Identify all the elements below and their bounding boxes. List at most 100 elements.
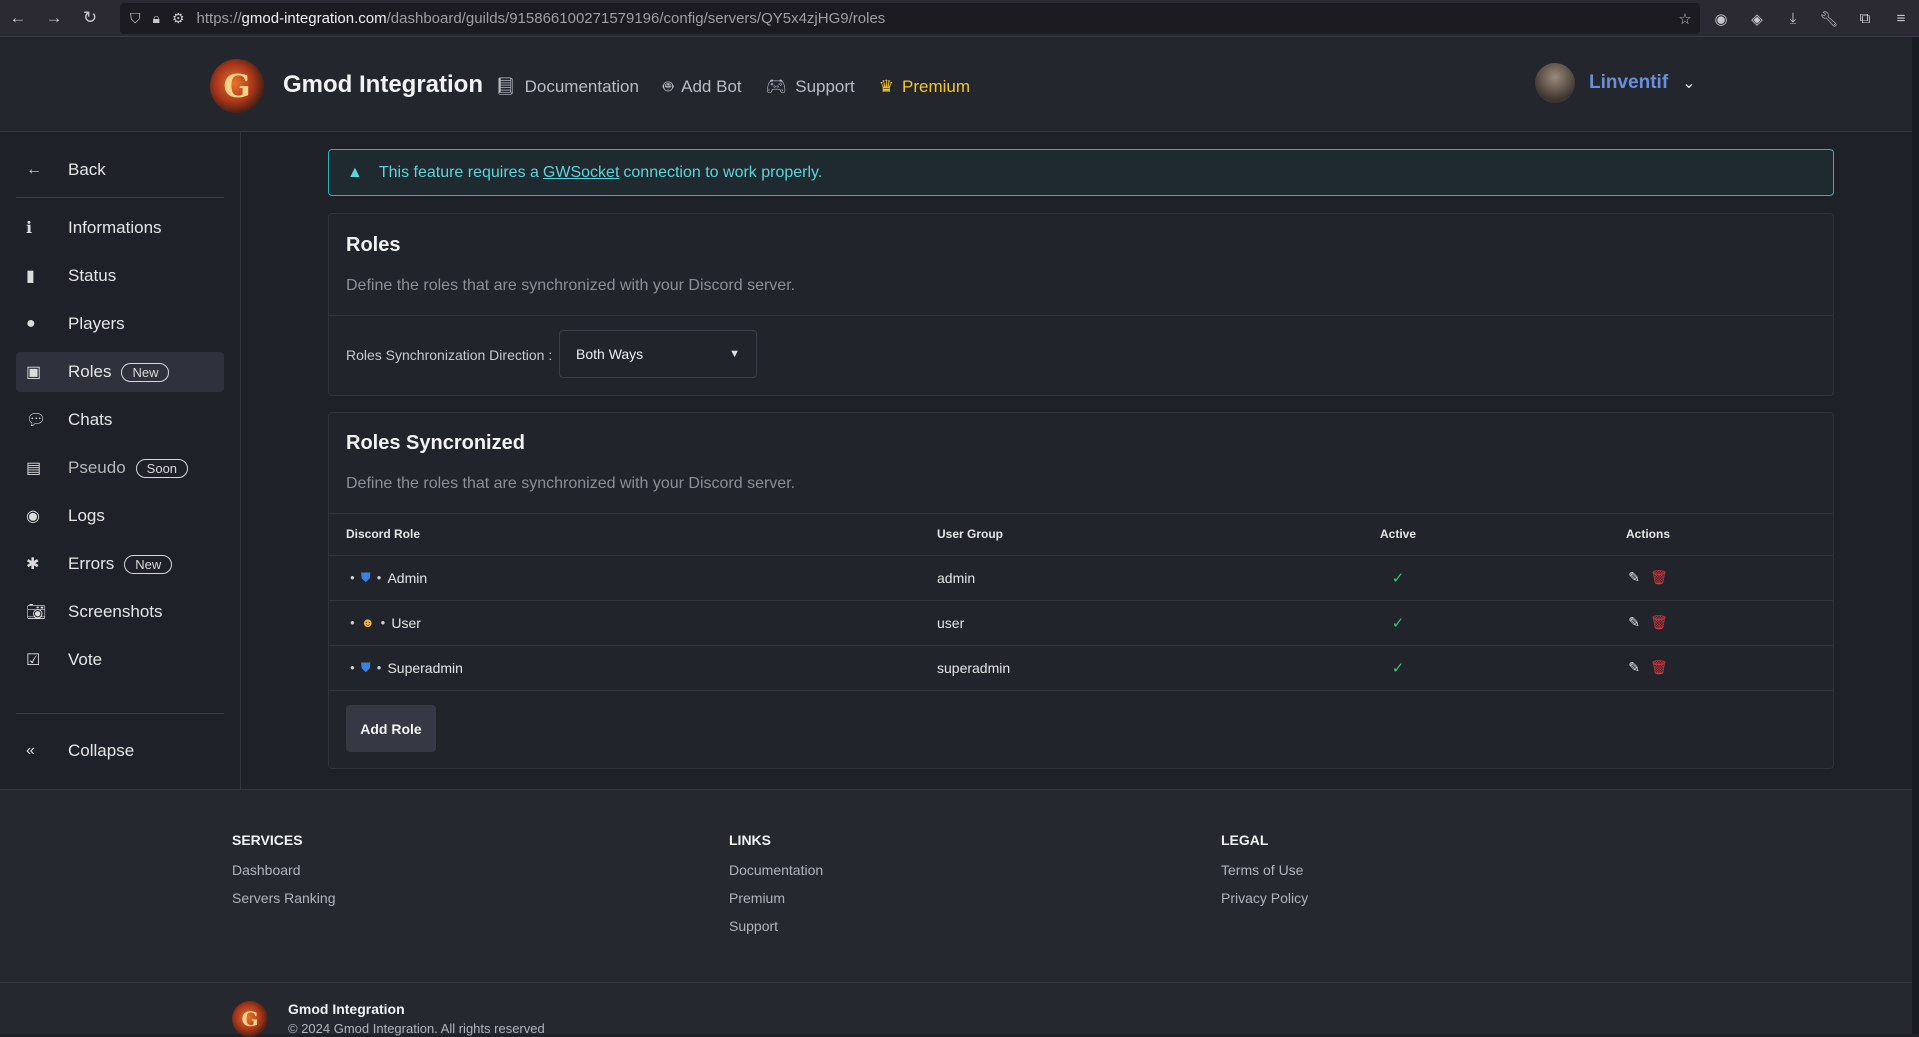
- reload-icon[interactable]: ↻: [72, 0, 108, 37]
- menu-label: Documentation: [524, 77, 639, 96]
- footer-links: LINKS Documentation Premium Support: [729, 832, 823, 946]
- menu-support[interactable]: 🎮︎ Support: [766, 75, 855, 99]
- logo-letter: G: [223, 67, 251, 105]
- edit-icon[interactable]: ✎: [1628, 659, 1640, 676]
- shield-icon: ⛉: [130, 10, 141, 26]
- footer-link-dashboard[interactable]: Dashboard: [232, 862, 336, 890]
- add-role-button[interactable]: Add Role: [346, 705, 436, 752]
- status-badge: Soon: [135, 458, 189, 478]
- double-chevron-left-icon: «: [26, 742, 35, 759]
- sidebar-item-chats[interactable]: 💬︎ Chats: [16, 400, 224, 440]
- trash-icon[interactable]: 🗑︎: [1650, 659, 1668, 676]
- table-row: ● ⛊ ● Admin admin ✓ ✎ 🗑︎: [329, 554, 1833, 600]
- footer-heading: LINKS: [729, 832, 771, 848]
- footer-link-documentation[interactable]: Documentation: [729, 862, 823, 890]
- check-icon: ✓: [1391, 614, 1405, 632]
- trash-icon[interactable]: 🗑︎: [1650, 614, 1668, 631]
- wrench-icon[interactable]: 🔧︎: [1811, 10, 1847, 28]
- gwsocket-link[interactable]: GWSocket: [543, 164, 619, 182]
- sidebar-item-vote[interactable]: ☑ Vote: [16, 640, 224, 680]
- sidebar-item-screenshots[interactable]: 📷︎ Screenshots: [16, 592, 224, 632]
- user-menu[interactable]: Linventif ⌄: [1535, 63, 1696, 103]
- roles-table: Discord Role User Group Active Actions ●…: [329, 513, 1833, 691]
- table-row: ● ☻ ● User user ✓ ✎ 🗑︎: [329, 599, 1833, 645]
- sidebar-item-label: Informations: [68, 218, 162, 237]
- alert-text-after: connection to work properly.: [623, 163, 823, 181]
- menu-documentation[interactable]: 📘︎ Documentation: [495, 75, 639, 99]
- sidebar-back[interactable]: ← Back: [16, 150, 224, 190]
- roles-description: Define the roles that are synchronized w…: [346, 277, 796, 294]
- bookmark-star-icon[interactable]: ☆: [1667, 10, 1703, 28]
- footer-services: SERVICES Dashboard Servers Ranking: [232, 832, 336, 918]
- book-icon: 📘︎: [495, 77, 517, 96]
- address-bar[interactable]: ⛉ 🔒︎ ⚙ https://gmod-integration.com/dash…: [120, 3, 1700, 34]
- footer-link-privacy[interactable]: Privacy Policy: [1221, 890, 1308, 918]
- site-settings-icon[interactable]: ⚙: [172, 10, 185, 27]
- sidebar-item-errors[interactable]: ✱ Errors New: [16, 544, 224, 584]
- sidebar-item-informations[interactable]: ℹ Informations: [16, 208, 224, 248]
- url-path: /dashboard/guilds/915866100271579196/con…: [386, 10, 886, 27]
- status-badge: New: [124, 554, 173, 574]
- sidebar-item-pseudo[interactable]: ▤ Pseudo Soon: [16, 448, 224, 488]
- bug-icon: ✱: [26, 556, 40, 573]
- alert-text-before: This feature requires a: [378, 163, 539, 181]
- sidebar-item-logs[interactable]: ◉ Logs: [16, 496, 224, 536]
- gwsocket-alert: ▲ This feature requires a GWSocket conne…: [328, 149, 1834, 196]
- footer-link-premium[interactable]: Premium: [729, 890, 823, 918]
- direction-label: Roles Synchronization Direction :: [346, 347, 553, 363]
- dot-icon: ●: [350, 663, 355, 672]
- discord-role-cell: ● ☻ ● User: [329, 599, 920, 645]
- user-group-cell: user: [920, 599, 1333, 645]
- back-arrow-icon[interactable]: ←: [0, 0, 36, 37]
- roles-title: Roles: [346, 234, 401, 256]
- avatar[interactable]: [1535, 63, 1575, 103]
- username[interactable]: Linventif: [1589, 72, 1668, 94]
- bar-chart-icon: ▮: [26, 268, 35, 285]
- check-icon: ✓: [1391, 569, 1405, 587]
- footer-link-terms[interactable]: Terms of Use: [1221, 862, 1308, 890]
- site-header: G Gmod Integration 📘︎ Documentation 🤖︎ Add…: [0, 37, 1912, 132]
- menu-premium[interactable]: ♛ Premium: [879, 75, 970, 99]
- logo[interactable]: G: [210, 59, 264, 113]
- download-icon[interactable]: ⤓: [1775, 10, 1811, 27]
- footer-legal: LEGAL Terms of Use Privacy Policy: [1221, 832, 1308, 918]
- dot-icon: ●: [350, 618, 355, 627]
- eye-icon: ◉: [26, 508, 40, 525]
- profile-icon[interactable]: ◉: [1703, 10, 1739, 28]
- forward-arrow-icon[interactable]: →: [36, 0, 72, 37]
- active-cell: ✓: [1333, 599, 1463, 645]
- status-badge: New: [121, 362, 170, 382]
- extensions-puzzle-icon[interactable]: ⧉: [1847, 10, 1883, 27]
- footer-link-servers-ranking[interactable]: Servers Ranking: [232, 890, 336, 918]
- scrollbar[interactable]: [1912, 37, 1919, 1034]
- divider: [16, 713, 224, 714]
- brand-name[interactable]: Gmod Integration: [283, 71, 483, 99]
- chevron-down-icon[interactable]: ⌄: [1682, 73, 1695, 93]
- menu-icon[interactable]: ≡: [1883, 10, 1919, 27]
- extension-icon[interactable]: ◈: [1739, 10, 1775, 28]
- menu-add-bot[interactable]: 🤖︎ Add Bot: [663, 75, 742, 99]
- sidebar-item-players[interactable]: ● Players: [16, 304, 224, 344]
- roles-card: Roles Define the roles that are synchron…: [328, 213, 1834, 396]
- dot-icon: ●: [376, 573, 382, 582]
- column-header: Discord Role: [346, 526, 421, 541]
- sidebar-item-roles[interactable]: ▣ Roles New: [16, 352, 224, 392]
- trash-icon[interactable]: 🗑︎: [1650, 569, 1668, 586]
- active-cell: ✓: [1333, 554, 1463, 600]
- active-cell: ✓: [1333, 644, 1463, 691]
- edit-icon[interactable]: ✎: [1628, 569, 1640, 586]
- sidebar-item-status[interactable]: ▮ Status: [16, 256, 224, 296]
- sync-direction-select[interactable]: Both Ways ▼: [559, 330, 757, 378]
- menu-label: Premium: [902, 77, 971, 96]
- browser-toolbar: ← → ↻ ⛉ 🔒︎ ⚙ https://gmod-integration.co…: [0, 0, 1919, 37]
- footer-link-support[interactable]: Support: [729, 918, 823, 946]
- sidebar-item-label: Errors: [68, 554, 115, 573]
- shield-icon: ⛊: [360, 659, 371, 675]
- sidebar-collapse[interactable]: « Collapse: [16, 731, 224, 771]
- logo-letter: G: [241, 1007, 259, 1031]
- check-icon: ✓: [1391, 659, 1405, 677]
- footer-heading: LEGAL: [1221, 832, 1269, 848]
- emoji-icon: ☻: [360, 615, 375, 630]
- edit-icon[interactable]: ✎: [1628, 614, 1640, 631]
- url-host: gmod-integration.com: [241, 10, 387, 27]
